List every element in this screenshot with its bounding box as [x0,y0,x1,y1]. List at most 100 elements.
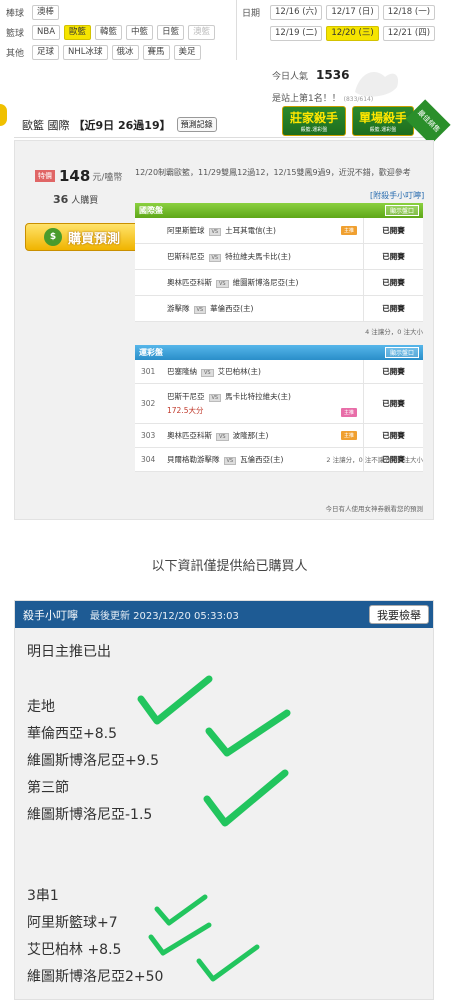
vs-icon: VS [208,394,222,402]
sports-lottery-table: 運彩盤 顯示盤口 301 巴塞隆納 VS 艾巴柏林(主) 已開賽 302 巴斯干尼亞… [135,345,423,472]
international-table: 國際盤 顯示盤口 阿里斯籃球 VS 土耳其電信(主) 主推 已開賽 巴斯科尼亞 VS 特… [135,203,423,322]
coin-icon: $ [43,228,62,246]
matchup: 巴斯干尼亞 VS 馬卡比特拉維夫(主) 172.5大分 [163,391,363,416]
team-home: 特拉維夫馬卡比(主) [225,252,291,261]
sport-filters: 棒球 澳棒 籃球 NBA 歐籃 韓籃 中籃 日籃 澳籃 其他 足球 NHL冰球 … [6,4,236,64]
match-status: 已開賽 [363,270,423,295]
table-title: 國際盤 [139,206,163,215]
single-killer-badge: 單場殺手 殺籃.運彩盤 [352,106,414,136]
post-line: 3串1 [27,888,59,904]
team-home: 波隆那(主) [232,431,269,440]
popularity-value: 1536 [316,68,350,82]
buy-prediction-button[interactable]: $ 購買預測 [25,223,139,251]
vs-icon: VS [201,369,214,377]
ranking-text: 是站上第1名！！ [272,94,341,104]
table-title: 運彩盤 [139,348,163,357]
filter-chip[interactable]: 澳棒 [32,5,60,20]
post-line: 維圖斯博洛尼亞2+50 [27,969,164,985]
show-odds-button[interactable]: 顯示盤口 [384,347,419,358]
badge-subtitle: 殺籃.運彩盤 [300,127,328,133]
filter-chip[interactable]: NHL冰球 [63,45,108,60]
team-away: 巴塞隆納 [167,367,197,376]
table-header: 運彩盤 顯示盤口 [135,345,423,360]
filter-label: 其他 [6,49,25,59]
check-mark-icon [205,709,291,757]
buyers-label: 人購買 [71,196,99,206]
vs-icon: VS [208,228,222,236]
match-status: 已開賽 [363,384,423,423]
post-line: 明日主推已出 [27,644,111,660]
sale-tag: 特價 [35,170,55,182]
buy-button-label: 購買預測 [67,231,120,247]
filter-chip[interactable]: NBA [32,25,61,40]
main-pick-flag: 主推 [340,408,357,417]
post-line: 華倫西亞+8.5 [27,726,117,742]
prediction-record-button[interactable]: 預測記錄 [176,117,217,132]
total-points-pick: 172.5大分 [167,406,204,415]
filter-label: 棒球 [6,9,25,19]
match-status: 已開賽 [363,424,423,447]
matchup: 阿里斯籃球 VS 土耳其電信(主) [163,225,363,236]
voucher-notice: 今日有人使用女神券觀看您的預測 [325,505,424,513]
post-line: 走地 [27,699,55,715]
price: 特價 148 元/嗑幣 [35,167,122,185]
prediction-card: 特價 148 元/嗑幣 36 人購買 $ 購買預測 12/20制霸歐籃，11/2… [14,140,434,520]
killer-tips-link[interactable]: [附殺手小叮嚀] [370,190,424,201]
row-number: 303 [141,431,156,440]
team-away: 巴斯干尼亞 [167,392,205,401]
team-home: 馬卡比特拉維夫(主) [225,392,291,401]
table-row: 302 巴斯干尼亞 VS 馬卡比特拉維夫(主) 172.5大分 主推 已開賽 [135,384,423,424]
popularity: 今日人氣 1536 [272,68,349,82]
matchup: 奧林匹亞科斯 VS 波隆那(主) [163,430,363,441]
date-chip[interactable]: 12/17 (日) [326,5,379,20]
sports-count: 2 注讓分，0 注不讓分，2 注大小 [326,456,423,464]
post-header: 殺手小叮嚀 最後更新 2023/12/20 05:33:03 我要檢舉 [15,601,433,628]
price-value: 148 [59,167,91,185]
post-line: 維圖斯博洛尼亞+9.5 [27,753,159,769]
filter-chip[interactable]: 日籃 [157,25,185,40]
filter-chip-active[interactable]: 歐籃 [64,25,92,40]
table-row: 303 奧林匹亞科斯 VS 波隆那(主) 主推 已開賽 [135,424,423,448]
post-line: 艾巴柏林 +8.5 [27,942,122,958]
main-pick-flag: 主推 [340,226,357,235]
filter-label: 籃球 [6,29,25,39]
date-chip[interactable]: 12/16 (六) [270,5,323,20]
ranking-suffix: (833/614) [343,96,374,103]
date-row: 12/19 (二) 12/20 (三) 12/21 (四) [242,25,457,42]
filter-row-other: 其他 足球 NHL冰球 俄冰 賽馬 美足 [6,44,236,61]
report-button[interactable]: 我要檢舉 [369,605,429,624]
row-number: 301 [141,367,156,376]
badge-title: 莊家殺手 [289,111,338,125]
filter-chip[interactable]: 賽馬 [142,45,170,60]
filter-chip[interactable]: 韓籃 [95,25,123,40]
post-line: 阿里斯籃球+7 [27,915,118,931]
matchup: 游擊隊 VS 華倫西亞(主) [163,303,363,314]
intro-text: 12/20制霸歐籃，11/29雙鳳12過12，12/15雙鳳9過9，近況不錯，歡… [135,168,411,177]
date-chip[interactable]: 12/21 (四) [382,26,436,41]
team-away: 巴斯科尼亞 [167,252,205,261]
filter-chip[interactable]: 美足 [173,45,201,60]
show-odds-button[interactable]: 顯示盤口 [384,205,419,216]
post-line: 維圖斯博洛尼亞-1.5 [27,807,153,823]
team-home: 維圖斯博洛尼亞(主) [232,278,299,287]
matchup: 巴斯科尼亞 VS 特拉維夫馬卡比(主) [163,251,363,262]
popularity-label: 今日人氣 [272,72,309,82]
filter-chip[interactable]: 中籃 [126,25,154,40]
table-header: 國際盤 顯示盤口 [135,203,423,218]
date-chip-active[interactable]: 12/20 (三) [326,26,379,41]
team-home: 艾巴柏林(主) [217,367,261,376]
date-chip[interactable]: 12/18 (一) [382,5,436,20]
filter-chip[interactable]: 俄冰 [111,45,139,60]
vs-icon: VS [216,280,229,288]
filter-chip[interactable]: 足球 [32,45,60,60]
team-home: 華倫西亞(主) [210,304,254,313]
team-home: 土耳其電信(主) [225,226,276,235]
table-row: 游擊隊 VS 華倫西亞(主) 已開賽 [135,296,423,322]
match-status: 已開賽 [363,360,423,383]
table-row: 巴斯科尼亞 VS 特拉維夫馬卡比(主) 已開賽 [135,244,423,270]
check-mark-icon [196,944,260,982]
main-pick-flag: 主推 [340,431,357,440]
post-updated: 最後更新 2023/12/20 05:33:03 [90,611,239,622]
matchup: 巴塞隆納 VS 艾巴柏林(主) [163,366,363,377]
date-chip[interactable]: 12/19 (二) [270,26,323,41]
